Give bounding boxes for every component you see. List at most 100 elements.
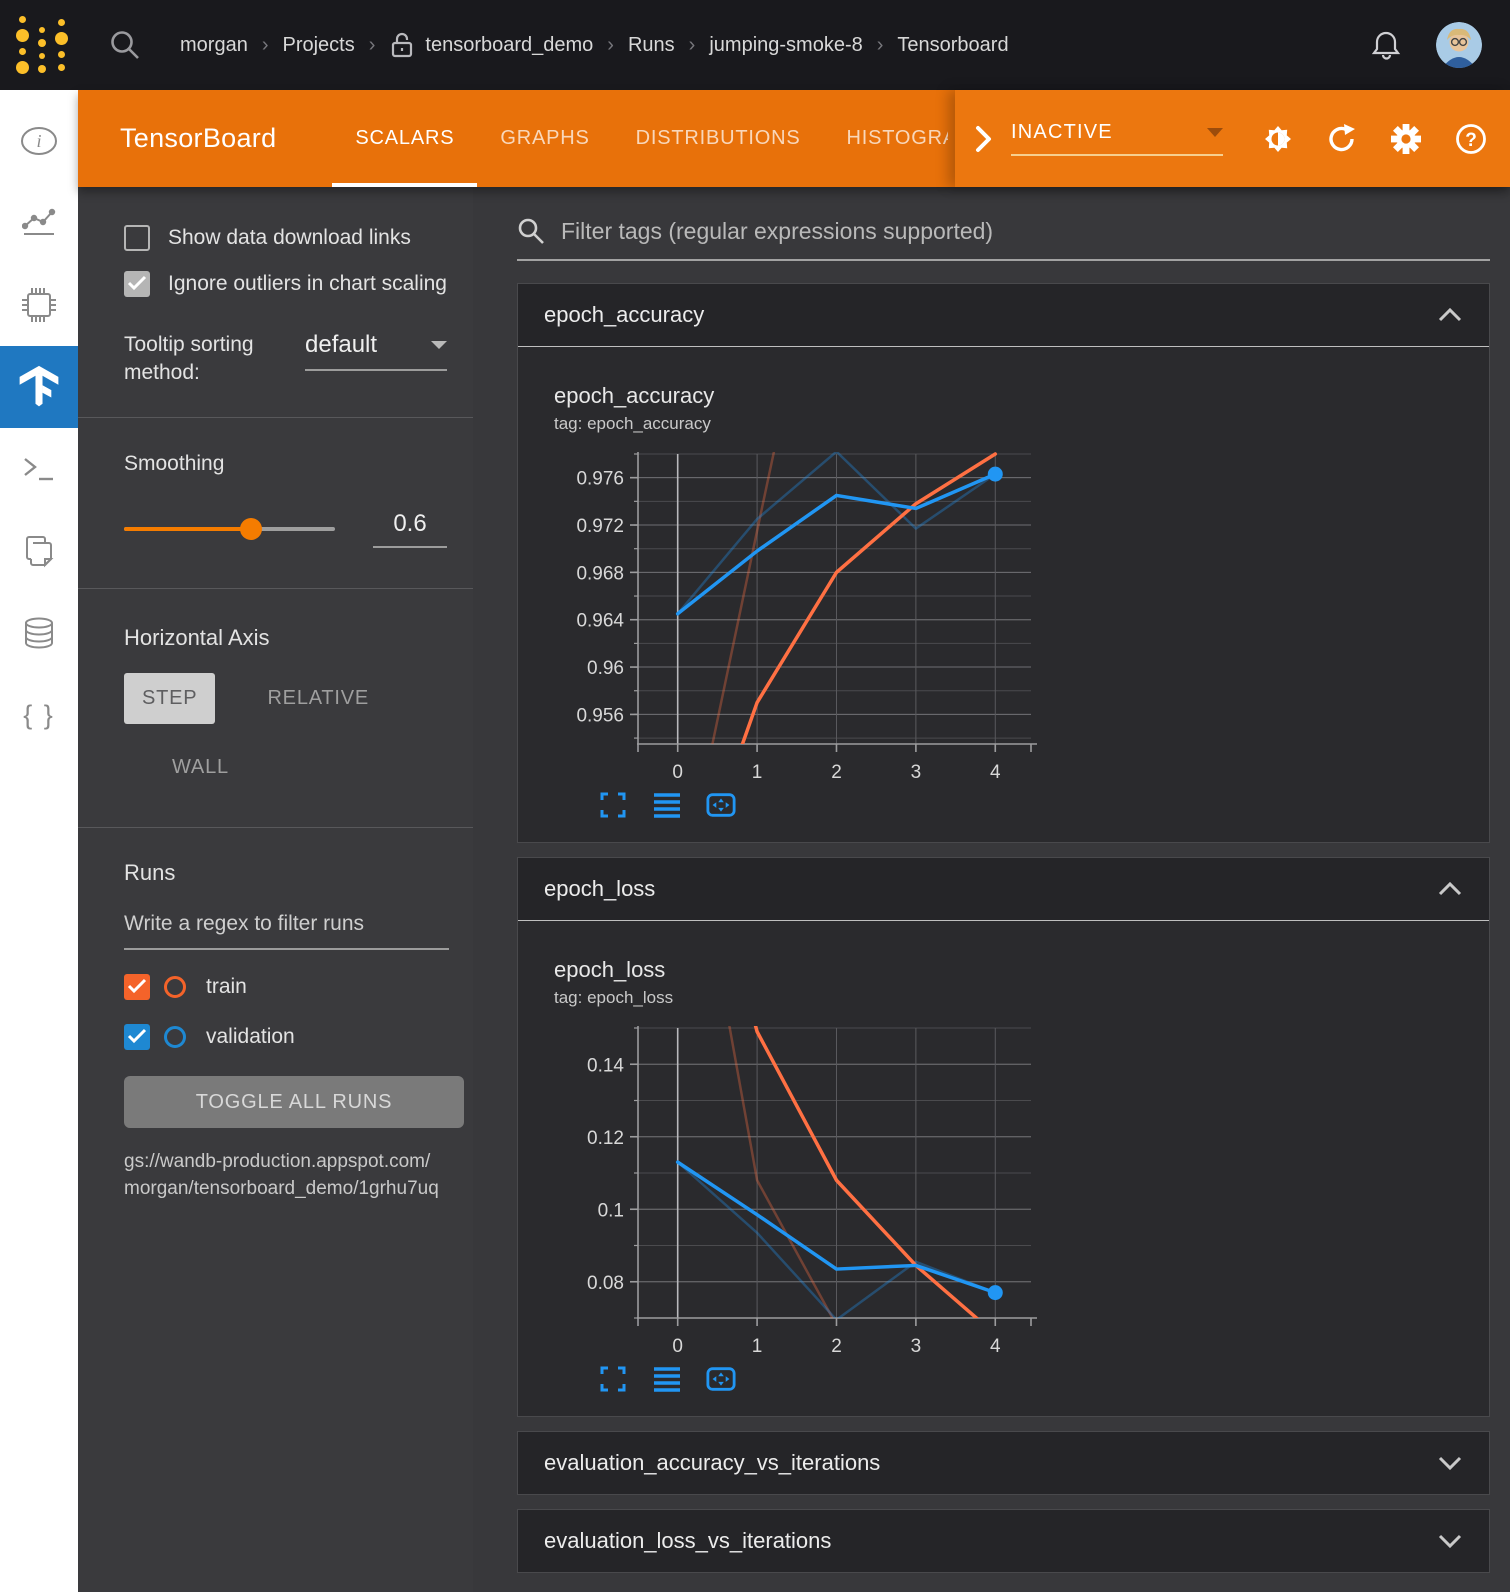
tab-scalars[interactable]: SCALARS [332,90,477,187]
tooltip-sorting-select[interactable]: default [305,331,447,371]
scalars-main-panel: epoch_accuracy epoch_accuracy tag: epoch… [473,187,1510,1592]
smoothing-slider[interactable] [124,518,335,540]
train-checkbox[interactable] [124,974,150,1000]
run-status-dropdown[interactable]: INACTIVE [1011,121,1223,156]
validation-run-label: validation [206,1025,295,1049]
nav-config-item[interactable]: { } [0,674,78,756]
slider-fill [124,527,251,531]
chart-tag: tag: epoch_accuracy [554,414,1469,434]
run-row-validation[interactable]: validation [124,1024,447,1050]
tooltip-sorting-label: Tooltip sorting method: [124,331,281,387]
expand-chart-icon[interactable] [598,1364,628,1394]
breadcrumb-separator: › [607,34,614,57]
axis-wall-button[interactable]: WALL [154,742,247,793]
run-selector-lines-icon[interactable] [652,790,682,820]
refresh-button[interactable] [1326,123,1358,155]
breadcrumb-runs[interactable]: Runs [628,34,675,57]
tab-histograms[interactable]: HISTOGRAMS [824,90,949,187]
svg-text:1: 1 [752,762,763,782]
svg-text:0.956: 0.956 [576,705,624,726]
breadcrumb-separator: › [689,34,696,57]
value-underline [373,546,447,548]
breadcrumb-separator: › [262,34,269,57]
slider-handle[interactable] [240,518,262,540]
axis-relative-button[interactable]: RELATIVE [249,673,387,724]
svg-text:4: 4 [990,1336,1001,1356]
filter-tags-input[interactable] [561,218,1490,245]
notifications-bell-icon[interactable] [1370,28,1402,62]
runs-filter-input[interactable] [124,912,449,950]
braces-icon: { } [23,700,55,731]
storage-path-line1: gs://wandb-production.appspot.com/ [124,1151,430,1172]
epoch-accuracy-chart[interactable]: 0.9760.9720.9680.9640.960.95601234 [554,446,1114,782]
breadcrumb: morgan › Projects › tensorboard_demo › R… [180,31,1370,59]
section-header-epoch-loss[interactable]: epoch_loss [518,858,1489,920]
fit-domain-icon[interactable] [706,790,736,820]
fit-domain-icon[interactable] [706,1364,736,1394]
chart-title: epoch_loss [554,957,1469,983]
run-status-value: INACTIVE [1011,121,1113,144]
chevron-right-icon[interactable] [973,124,993,154]
runs-section-label: Runs [124,860,447,886]
chevron-down-icon[interactable] [1437,1455,1463,1471]
breadcrumb-separator: › [877,34,884,57]
svg-text:0.12: 0.12 [587,1128,624,1149]
tab-graphs[interactable]: GRAPHS [477,90,612,187]
svg-text:0: 0 [672,1336,683,1356]
breadcrumb-user[interactable]: morgan [180,34,248,57]
tooltip-sorting-value: default [305,331,377,359]
help-button[interactable]: ? [1454,122,1488,156]
nav-tensorboard-item[interactable] [0,346,78,428]
divider [78,827,473,828]
section-title: evaluation_accuracy_vs_iterations [544,1450,880,1476]
wandb-logo-dots [16,16,29,74]
section-header-evaluation-accuracy[interactable]: evaluation_accuracy_vs_iterations [518,1432,1489,1494]
nav-files-item[interactable] [0,510,78,592]
run-row-train[interactable]: train [124,974,447,1000]
nav-logs-item[interactable] [0,428,78,510]
chevron-up-icon[interactable] [1437,307,1463,323]
smoothing-label: Smoothing [124,452,447,476]
breadcrumb-run-name[interactable]: jumping-smoke-8 [709,34,862,57]
svg-text:1: 1 [752,1336,763,1356]
section-title: epoch_loss [544,876,655,902]
run-selector-lines-icon[interactable] [652,1364,682,1394]
validation-checkbox[interactable] [124,1024,150,1050]
info-icon: i [19,126,59,156]
show-download-links-checkbox[interactable] [124,225,150,251]
nav-system-item[interactable] [0,264,78,346]
avatar[interactable] [1436,22,1482,68]
settings-gear-icon[interactable] [1389,122,1423,156]
section-epoch-loss: epoch_loss epoch_loss tag: epoch_loss 0.… [517,857,1490,1417]
breadcrumb-tensorboard[interactable]: Tensorboard [897,34,1008,57]
search-icon[interactable] [108,28,142,62]
epoch-loss-chart[interactable]: 0.140.120.10.0801234 [554,1020,1114,1356]
axis-step-button[interactable]: STEP [124,673,215,724]
ignore-outliers-label: Ignore outliers in chart scaling [168,272,447,296]
expand-chart-icon[interactable] [598,790,628,820]
svg-text:0.08: 0.08 [587,1273,624,1294]
svg-text:0.964: 0.964 [576,611,624,632]
storage-path-line2: morgan/tensorboard_demo/1grhu7uq [124,1178,439,1199]
chevron-down-icon[interactable] [1437,1533,1463,1549]
wandb-logo-dots [38,27,46,73]
tab-distributions[interactable]: DISTRIBUTIONS [613,90,824,187]
breadcrumb-projects[interactable]: Projects [282,34,354,57]
ignore-outliers-checkbox[interactable] [124,271,150,297]
smoothing-value[interactable]: 0.6 [373,510,447,538]
nav-charts-item[interactable] [0,182,78,264]
nav-overview-item[interactable]: i [0,100,78,182]
files-icon [21,533,57,569]
terminal-icon [21,455,57,483]
brightness-toggle-button[interactable] [1261,122,1295,156]
chip-icon [20,286,58,324]
run-selector-panel: INACTIVE [955,90,1510,187]
section-header-evaluation-loss[interactable]: evaluation_loss_vs_iterations [518,1510,1489,1572]
chevron-up-icon[interactable] [1437,881,1463,897]
nav-artifacts-item[interactable] [0,592,78,674]
section-header-epoch-accuracy[interactable]: epoch_accuracy [518,284,1489,346]
breadcrumb-project[interactable]: tensorboard_demo [425,34,593,57]
wandb-logo[interactable] [16,16,68,74]
tensorboard-title: TensorBoard [120,123,276,154]
toggle-all-runs-button[interactable]: TOGGLE ALL RUNS [124,1076,464,1128]
